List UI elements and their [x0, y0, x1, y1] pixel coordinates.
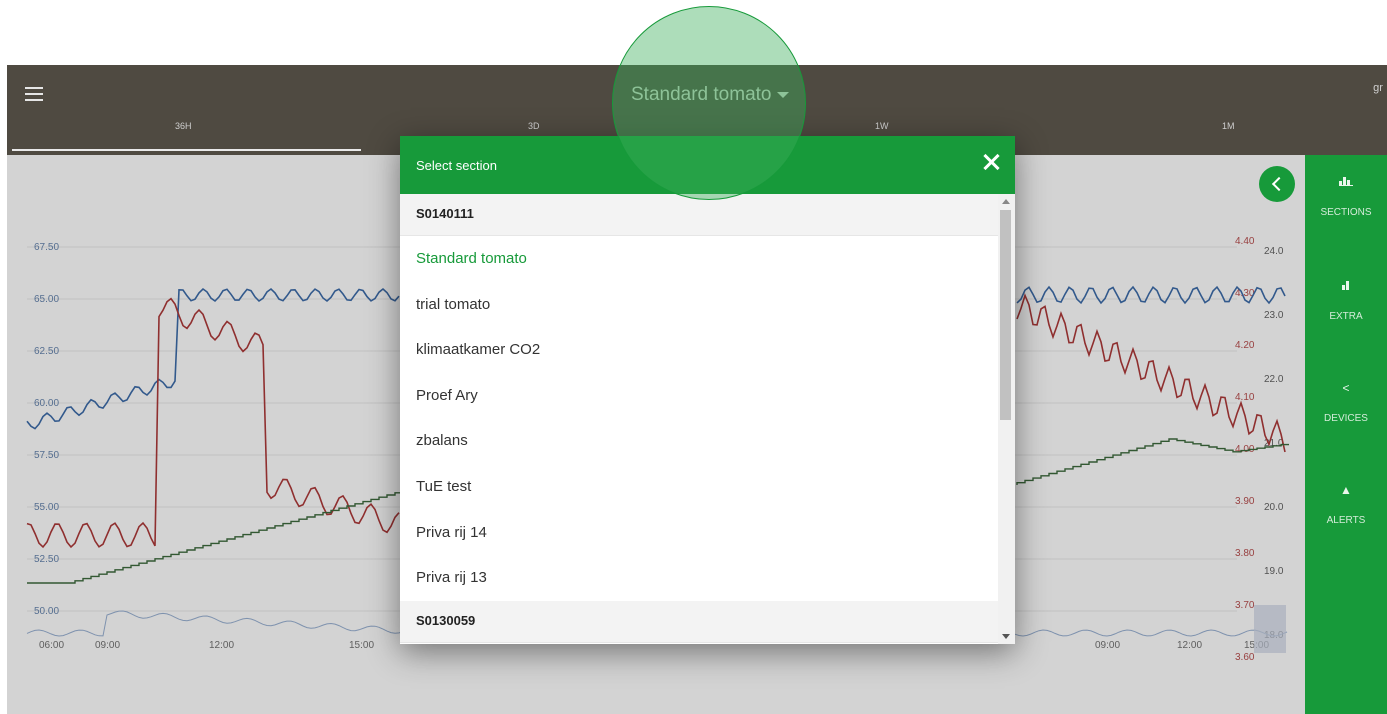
- share-icon: <: [1342, 381, 1350, 395]
- list-item[interactable]: zbalans: [400, 418, 998, 464]
- group-header: S0140111: [400, 194, 998, 236]
- list-scrollbar[interactable]: [998, 194, 1015, 644]
- sidebar-item-extra[interactable]: EXTRA: [1305, 279, 1387, 322]
- modal-title: Select section: [416, 158, 497, 173]
- list-item[interactable]: Standard tomato: [400, 236, 998, 282]
- bell-icon: ▲: [1340, 483, 1352, 497]
- list-item[interactable]: Proef Ary: [400, 373, 998, 419]
- close-icon[interactable]: [981, 152, 1001, 172]
- list-item[interactable]: klimaatkamer CO2: [400, 327, 998, 373]
- select-section-modal: Select section S0140111 Standard tomato …: [400, 136, 1015, 644]
- bar-chart-small-icon: [1305, 279, 1387, 293]
- sidebar-label-extra: EXTRA: [1329, 311, 1363, 322]
- sidebar-item-devices[interactable]: < DEVICES: [1305, 381, 1387, 424]
- brand-logo: gr: [1373, 82, 1383, 94]
- collapse-panel-button[interactable]: [1259, 166, 1295, 202]
- tab-1w[interactable]: 1W: [875, 121, 889, 131]
- list-item[interactable]: trial tomato: [400, 282, 998, 328]
- sidebar-label-alerts: ALERTS: [1326, 515, 1366, 526]
- sidebar-label-sections: SECTIONS: [1320, 207, 1372, 218]
- tab-3d[interactable]: 3D: [528, 121, 540, 131]
- section-list: S0140111 Standard tomato trial tomato kl…: [400, 194, 998, 644]
- sidebar-item-sections[interactable]: SECTIONS: [1305, 175, 1387, 218]
- list-item[interactable]: TuE test: [400, 464, 998, 510]
- scroll-down-icon[interactable]: [1002, 634, 1010, 639]
- tab-1m[interactable]: 1M: [1222, 121, 1235, 131]
- bar-chart-icon: [1305, 175, 1387, 189]
- group-header: S0130059: [400, 600, 998, 643]
- list-item[interactable]: Priva rij 13: [400, 555, 998, 601]
- hamburger-menu-icon[interactable]: [25, 87, 43, 101]
- active-tab-indicator: [12, 149, 361, 151]
- scroll-up-icon[interactable]: [1002, 199, 1010, 204]
- touch-indicator: [612, 6, 806, 200]
- scroll-thumb[interactable]: [1000, 210, 1011, 420]
- sidebar-label-devices: DEVICES: [1324, 413, 1368, 424]
- list-item[interactable]: Priva rij 14: [400, 510, 998, 556]
- right-sidebar: SECTIONS EXTRA < DEVICES ▲ ALERTS: [1305, 155, 1387, 714]
- sidebar-item-alerts[interactable]: ▲ ALERTS: [1305, 483, 1387, 526]
- tab-36h[interactable]: 36H: [175, 121, 192, 131]
